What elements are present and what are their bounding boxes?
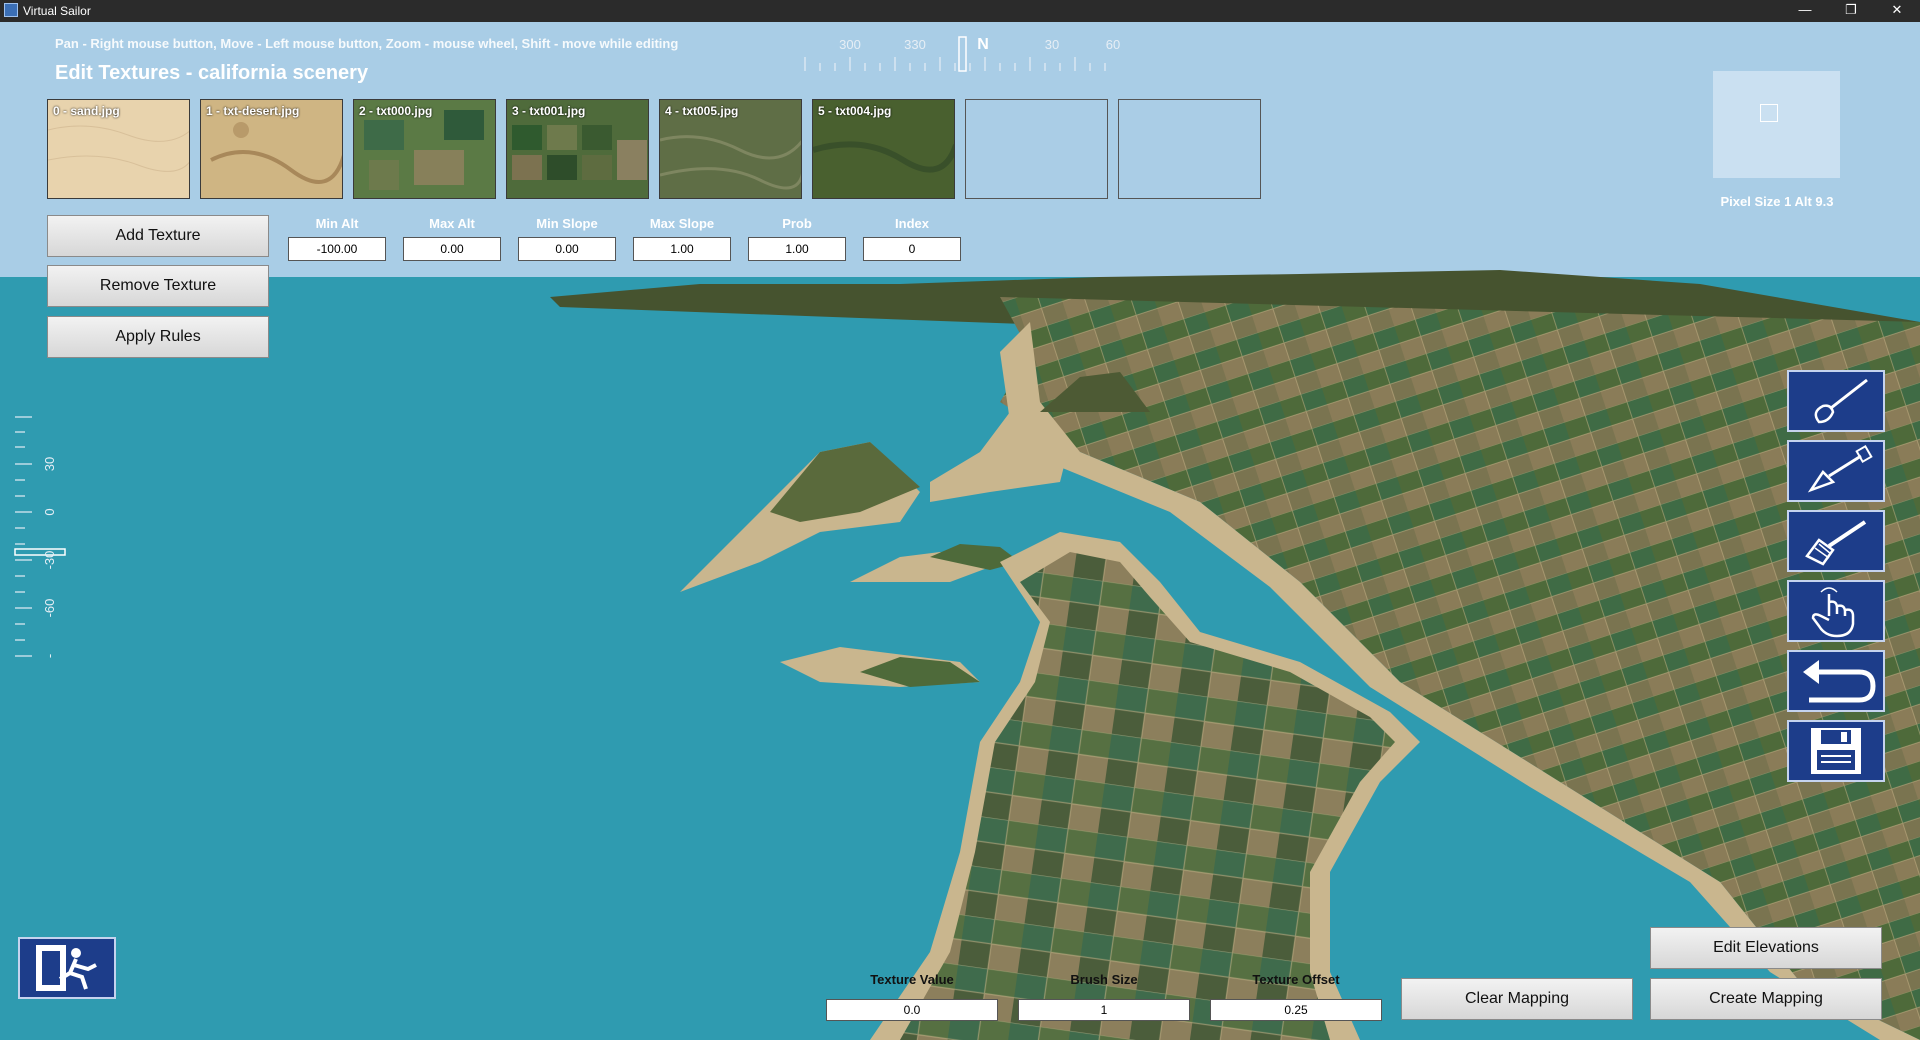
texture-slot-empty[interactable]	[965, 99, 1108, 199]
texture-slot-4[interactable]: 4 - txt005.jpg	[659, 99, 802, 199]
brush-size-input[interactable]: 1	[1018, 999, 1190, 1021]
help-hint: Pan - Right mouse button, Move - Left mo…	[55, 36, 678, 51]
pitch-tick-label: -	[42, 654, 57, 658]
compass-tick-label: 300	[839, 37, 861, 52]
pitch-tick-label: -60	[42, 599, 57, 618]
min-slope-label: Min Slope	[518, 216, 616, 231]
texture-slot-empty[interactable]	[1118, 99, 1261, 199]
compass-tick-label: 330	[904, 37, 926, 52]
remove-texture-button[interactable]: Remove Texture	[47, 265, 269, 307]
prob-label: Prob	[748, 216, 846, 231]
title-bar: Virtual Sailor — ❐ ✕	[0, 0, 1920, 22]
create-mapping-button[interactable]: Create Mapping	[1650, 978, 1882, 1020]
compass-tick-label: 30	[1045, 37, 1059, 52]
undo-tool-button[interactable]	[1787, 650, 1885, 712]
shovel-icon	[1789, 442, 1883, 500]
index-label: Index	[863, 216, 961, 231]
brush-tool-button[interactable]	[1787, 370, 1885, 432]
hand-tool-button[interactable]	[1787, 580, 1885, 642]
min-alt-label: Min Alt	[288, 216, 386, 231]
save-icon	[1789, 722, 1883, 780]
texture-label: 4 - txt005.jpg	[665, 104, 738, 118]
app-icon	[4, 3, 18, 17]
exit-button[interactable]	[18, 937, 116, 999]
compass-scale: 300 330 N 30 60	[800, 27, 1120, 77]
undo-icon	[1789, 652, 1883, 710]
apply-rules-button[interactable]: Apply Rules	[47, 316, 269, 358]
texture-slot-5[interactable]: 5 - txt004.jpg	[812, 99, 955, 199]
max-alt-input[interactable]: 0.00	[403, 237, 501, 261]
scene-viewport[interactable]: 300 330 N 30 60 30 0 -30 -60 - Pan - Rig…	[0, 22, 1920, 1040]
window-title: Virtual Sailor	[23, 4, 91, 18]
hand-icon	[1789, 582, 1883, 640]
texture-slot-0[interactable]: 0 - sand.jpg	[47, 99, 190, 199]
texture-slot-1[interactable]: 1 - txt-desert.jpg	[200, 99, 343, 199]
minimize-button[interactable]: —	[1782, 0, 1828, 22]
maximize-button[interactable]: ❐	[1828, 0, 1874, 22]
prob-input[interactable]: 1.00	[748, 237, 846, 261]
exit-icon	[20, 939, 114, 997]
page-title: Edit Textures - california scenery	[55, 62, 368, 85]
compass-tick-label: 60	[1106, 37, 1120, 52]
pitch-tick-label: 0	[42, 508, 57, 515]
max-slope-input[interactable]: 1.00	[633, 237, 731, 261]
min-slope-input[interactable]: 0.00	[518, 237, 616, 261]
texture-label: 3 - txt001.jpg	[512, 104, 585, 118]
index-input[interactable]: 0	[863, 237, 961, 261]
pixel-info: Pixel Size 1 Alt 9.3	[1686, 194, 1868, 209]
texture-label: 5 - txt004.jpg	[818, 104, 891, 118]
texture-slot-2[interactable]: 2 - txt000.jpg	[353, 99, 496, 199]
pixel-preview	[1713, 71, 1840, 178]
close-button[interactable]: ✕	[1874, 0, 1920, 22]
texture-value-input[interactable]: 0.0	[826, 999, 998, 1021]
compass-north-label: N	[977, 36, 989, 53]
min-alt-input[interactable]: -100.00	[288, 237, 386, 261]
texture-slot-3[interactable]: 3 - txt001.jpg	[506, 99, 649, 199]
texture-label: 0 - sand.jpg	[53, 104, 120, 118]
texture-label: 1 - txt-desert.jpg	[206, 104, 299, 118]
pitch-tick-label: -30	[42, 551, 57, 570]
brush-size-label: Brush Size	[1018, 972, 1190, 987]
spatula-tool-button[interactable]	[1787, 510, 1885, 572]
max-alt-label: Max Alt	[403, 216, 501, 231]
texture-value-label: Texture Value	[826, 972, 998, 987]
clear-mapping-button[interactable]: Clear Mapping	[1401, 978, 1633, 1020]
shovel-tool-button[interactable]	[1787, 440, 1885, 502]
pixel-marker	[1760, 104, 1778, 122]
spatula-icon	[1789, 512, 1883, 570]
max-slope-label: Max Slope	[633, 216, 731, 231]
texture-label: 2 - txt000.jpg	[359, 104, 432, 118]
brush-icon	[1789, 372, 1883, 430]
texture-offset-label: Texture Offset	[1210, 972, 1382, 987]
texture-offset-input[interactable]: 0.25	[1210, 999, 1382, 1021]
add-texture-button[interactable]: Add Texture	[47, 215, 269, 257]
pitch-tick-label: 30	[42, 457, 57, 471]
pitch-scale: 30 0 -30 -60 -	[10, 412, 70, 682]
save-tool-button[interactable]	[1787, 720, 1885, 782]
edit-elevations-button[interactable]: Edit Elevations	[1650, 927, 1882, 969]
